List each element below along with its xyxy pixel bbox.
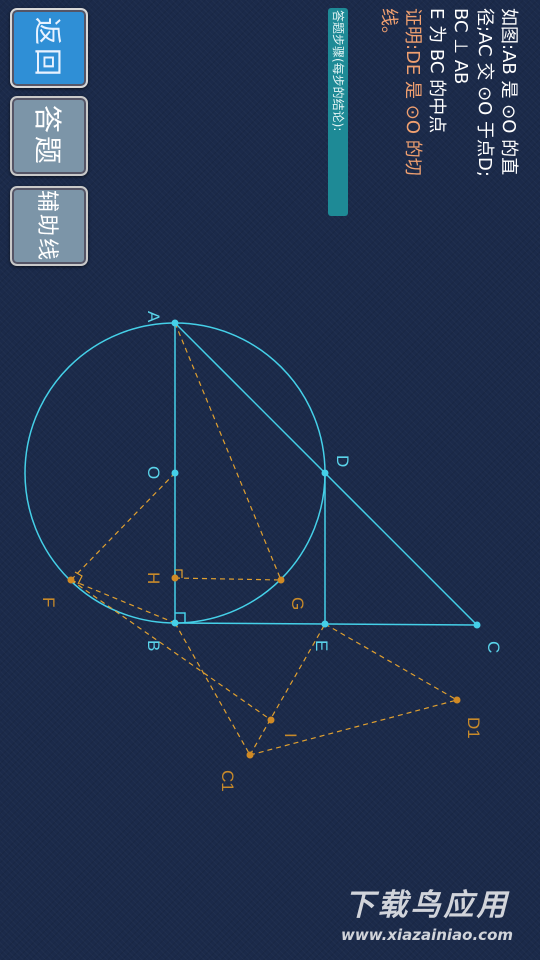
aux-c1d1 xyxy=(249,699,458,756)
aux-of xyxy=(70,472,176,581)
point-e[interactable] xyxy=(321,620,329,628)
aux-ag xyxy=(174,322,282,581)
geometry-figure: A O D H G F B E C I C1 D1 xyxy=(24,311,503,792)
label-e: E xyxy=(312,640,331,651)
label-d: D xyxy=(333,455,352,467)
point-f[interactable] xyxy=(67,576,75,584)
point-b[interactable] xyxy=(171,619,179,627)
point-o[interactable] xyxy=(171,469,179,477)
label-f: F xyxy=(39,597,58,607)
aux-bc1 xyxy=(174,622,251,756)
label-c1: C1 xyxy=(218,770,237,792)
aux-hg xyxy=(174,577,282,581)
label-a: A xyxy=(144,311,163,323)
point-i[interactable] xyxy=(267,716,275,724)
label-g: G xyxy=(288,597,307,610)
label-i: I xyxy=(281,733,300,738)
point-a[interactable] xyxy=(171,319,179,327)
point-h[interactable] xyxy=(171,574,179,582)
aux-fi xyxy=(70,579,272,721)
watermark-logo: 下载鸟应用 www.xiazainiao.com xyxy=(322,886,532,952)
point-c1[interactable] xyxy=(246,751,254,759)
watermark-url: www.xiazainiao.com xyxy=(340,926,514,944)
label-o: O xyxy=(144,466,163,479)
point-g[interactable] xyxy=(277,576,285,584)
point-d[interactable] xyxy=(321,469,329,477)
right-angle-f xyxy=(74,571,83,585)
label-d1: D1 xyxy=(464,717,483,739)
point-d1[interactable] xyxy=(453,696,461,704)
label-b: B xyxy=(144,640,163,651)
watermark-title: 下载鸟应用 xyxy=(344,888,510,923)
label-c: C xyxy=(484,641,503,653)
aux-ed1 xyxy=(324,623,458,701)
point-c[interactable] xyxy=(473,621,481,629)
label-h: H xyxy=(144,572,163,584)
